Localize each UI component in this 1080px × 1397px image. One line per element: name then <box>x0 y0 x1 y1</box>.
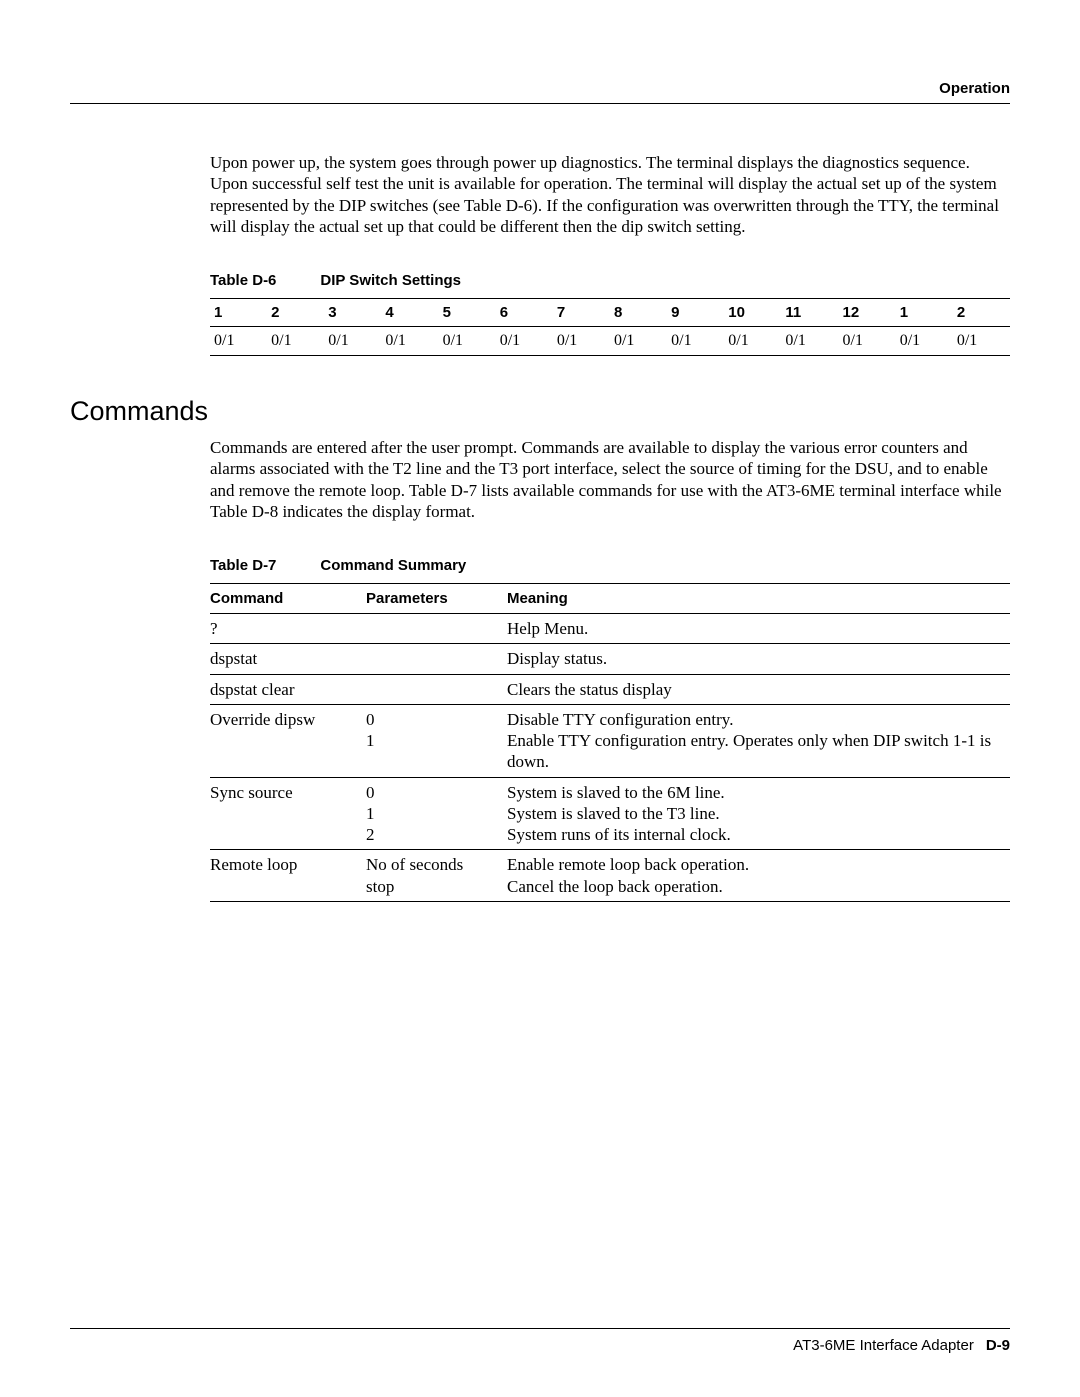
table-row: dspstat clear Clears the status display <box>210 674 1010 704</box>
dip-cell: 0/1 <box>553 327 610 356</box>
dip-head-2: 2 <box>267 299 324 327</box>
mean-cell: Help Menu. <box>507 614 1010 644</box>
par-cell: 012 <box>366 777 507 850</box>
dip-head-12: 12 <box>839 299 896 327</box>
dip-cell: 0/1 <box>953 327 1010 356</box>
dip-head-13: 1 <box>896 299 953 327</box>
footer: AT3-6ME Interface Adapter D-9 <box>793 1337 1010 1355</box>
dip-head-8: 8 <box>610 299 667 327</box>
dip-cell: 0/1 <box>724 327 781 356</box>
cmd-cell: Sync source <box>210 777 366 850</box>
dip-cell: 0/1 <box>896 327 953 356</box>
dip-head-10: 10 <box>724 299 781 327</box>
par-cell: 01 <box>366 704 507 777</box>
table-d6-label: Table D-6 <box>210 272 276 289</box>
dip-head-7: 7 <box>553 299 610 327</box>
dip-head-4: 4 <box>381 299 438 327</box>
par-cell <box>366 674 507 704</box>
mean-cell: System is slaved to the 6M line.System i… <box>507 777 1010 850</box>
table-row: ? Help Menu. <box>210 614 1010 644</box>
table-d6: 1 2 3 4 5 6 7 8 9 10 11 12 1 2 0/1 0/1 0… <box>210 298 1010 356</box>
cmd-col-parameters: Parameters <box>366 584 507 614</box>
page: Operation Upon power up, the system goes… <box>0 0 1080 1397</box>
table-d7: Command Parameters Meaning ? Help Menu. … <box>210 583 1010 902</box>
mean-cell: Disable TTY configuration entry.Enable T… <box>507 704 1010 777</box>
dip-head-3: 3 <box>324 299 381 327</box>
table-d6-title: DIP Switch Settings <box>320 272 461 289</box>
cmd-col-command: Command <box>210 584 366 614</box>
intro-paragraph: Upon power up, the system goes through p… <box>210 152 1010 237</box>
cmd-cell: Override dipsw <box>210 704 366 777</box>
cmd-cell: dspstat clear <box>210 674 366 704</box>
par-cell: No of secondsstop <box>366 850 507 902</box>
dip-head-14: 2 <box>953 299 1010 327</box>
dip-cell: 0/1 <box>781 327 838 356</box>
dip-cell: 0/1 <box>324 327 381 356</box>
par-cell <box>366 614 507 644</box>
par-cell <box>366 644 507 674</box>
cmd-cell: ? <box>210 614 366 644</box>
dip-cell: 0/1 <box>267 327 324 356</box>
dip-head-5: 5 <box>439 299 496 327</box>
table-d7-title: Command Summary <box>320 557 466 574</box>
dip-cell: 0/1 <box>210 327 267 356</box>
dip-cell: 0/1 <box>381 327 438 356</box>
mean-cell: Enable remote loop back operation.Cancel… <box>507 850 1010 902</box>
dip-head-1: 1 <box>210 299 267 327</box>
commands-paragraph: Commands are entered after the user prom… <box>210 437 1010 522</box>
dip-head-6: 6 <box>496 299 553 327</box>
table-row: Sync source 012 System is slaved to the … <box>210 777 1010 850</box>
dip-head-11: 11 <box>781 299 838 327</box>
footer-rule <box>70 1328 1010 1329</box>
cmd-cell: Remote loop <box>210 850 366 902</box>
cmd-col-meaning: Meaning <box>507 584 1010 614</box>
footer-page: D-9 <box>986 1337 1010 1354</box>
table-row: Remote loop No of secondsstop Enable rem… <box>210 850 1010 902</box>
header-rule <box>70 103 1010 104</box>
table-d7-label: Table D-7 <box>210 557 276 574</box>
dip-cell: 0/1 <box>839 327 896 356</box>
table-d7-caption: Table D-7 Command Summary <box>210 557 1010 575</box>
mean-cell: Display status. <box>507 644 1010 674</box>
dip-head-9: 9 <box>667 299 724 327</box>
footer-source: AT3-6ME Interface Adapter <box>793 1337 974 1354</box>
running-header: Operation <box>70 80 1010 97</box>
table-row: dspstat Display status. <box>210 644 1010 674</box>
mean-cell: Clears the status display <box>507 674 1010 704</box>
commands-heading: Commands <box>70 396 1010 427</box>
dip-cell: 0/1 <box>667 327 724 356</box>
table-row: Override dipsw 01 Disable TTY configurat… <box>210 704 1010 777</box>
dip-cell: 0/1 <box>439 327 496 356</box>
cmd-cell: dspstat <box>210 644 366 674</box>
dip-cell: 0/1 <box>610 327 667 356</box>
table-d6-caption: Table D-6 DIP Switch Settings <box>210 272 1010 290</box>
dip-cell: 0/1 <box>496 327 553 356</box>
